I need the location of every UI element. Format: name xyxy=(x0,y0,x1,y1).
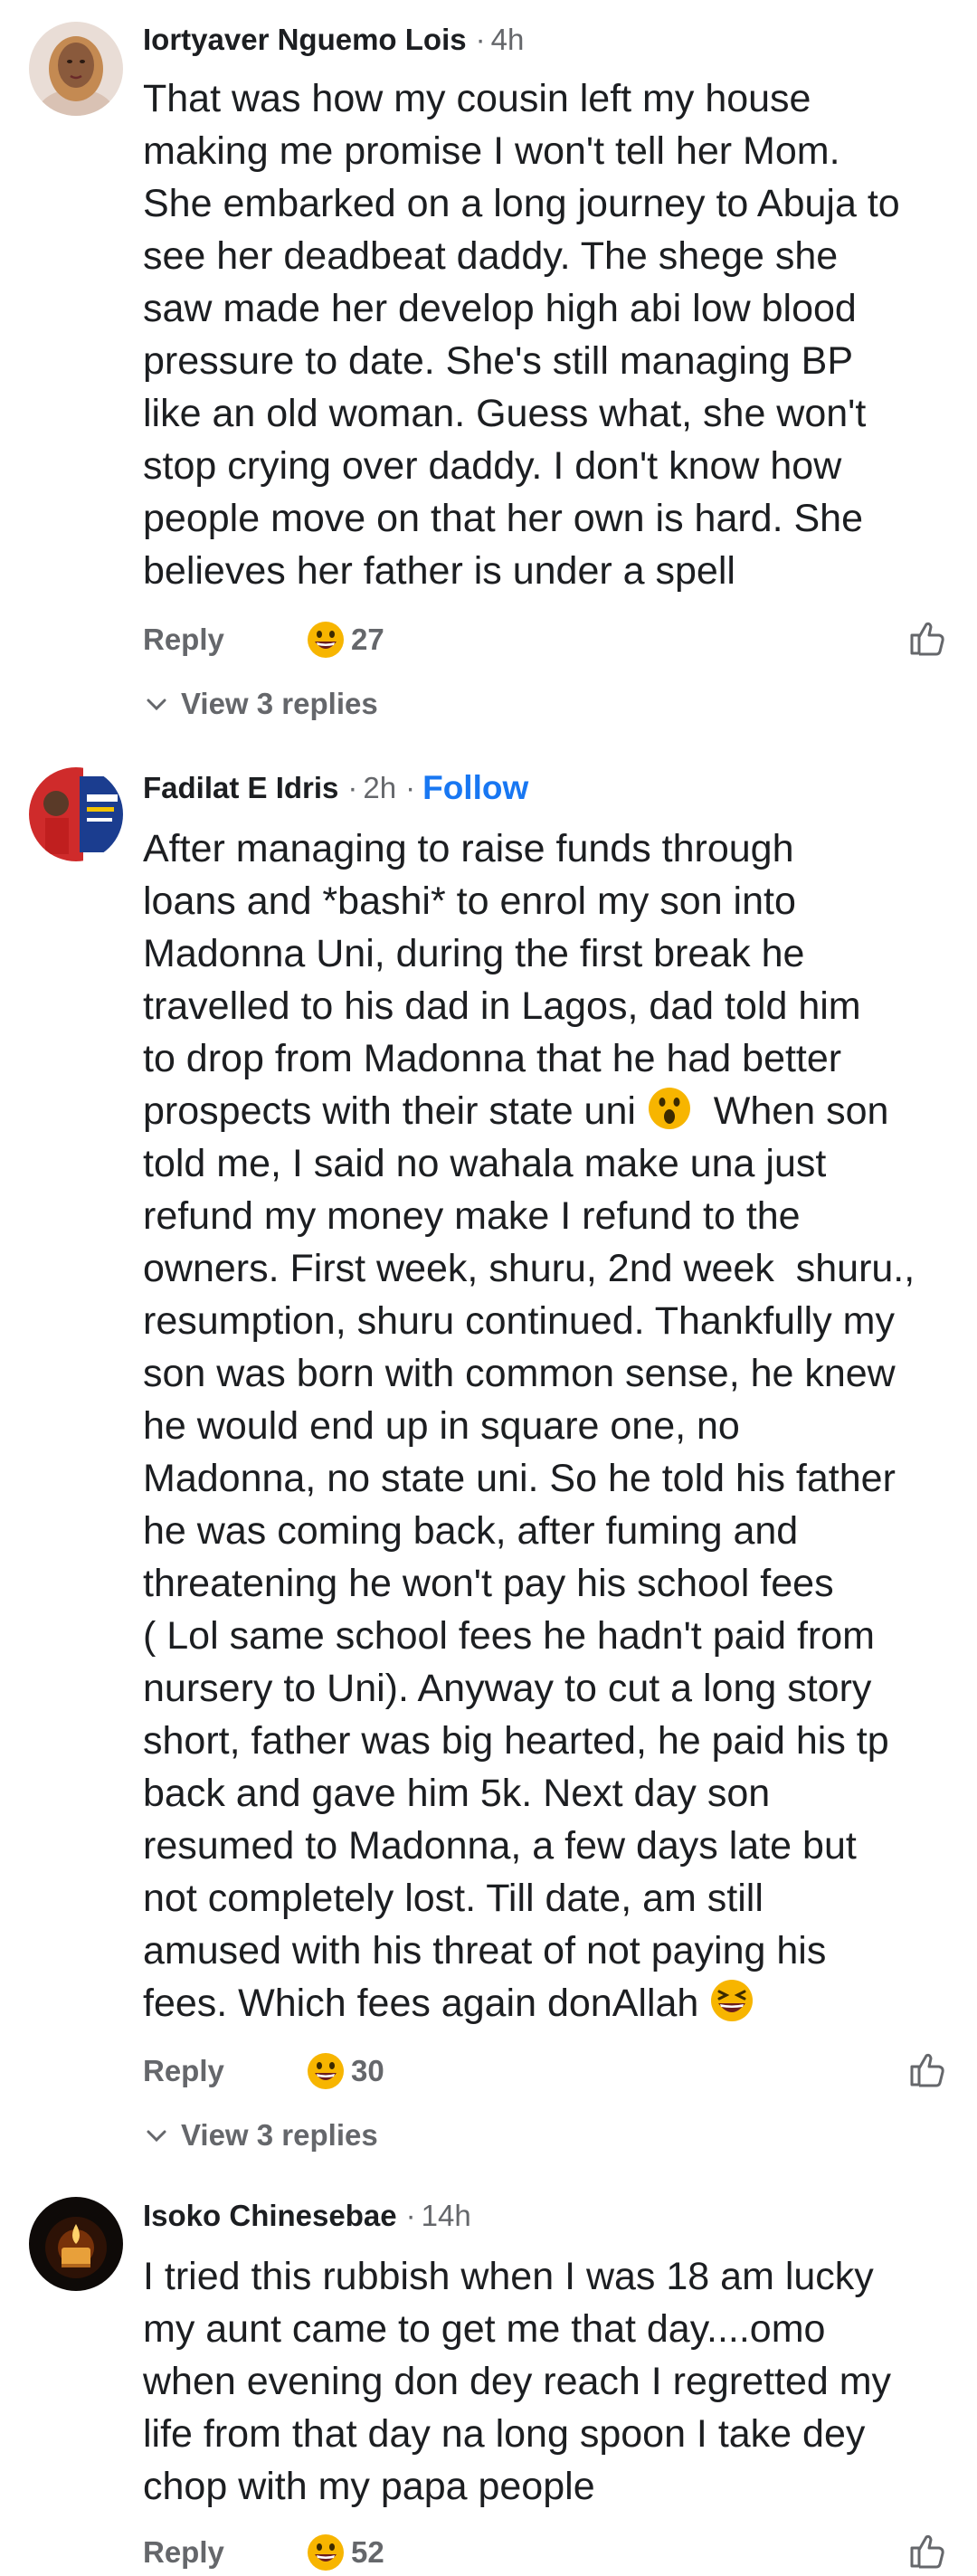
view-replies-link[interactable]: View 3 replies xyxy=(143,684,378,724)
comment-line: I tried this rubbish when I was 18 am lu… xyxy=(143,2255,874,2298)
comment-line: to drop from Madonna that he had better xyxy=(143,1037,842,1080)
comment-line: She embarked on a long journey to Abuja … xyxy=(143,182,900,225)
comment-line: After managing to raise funds through xyxy=(143,827,794,870)
reaction-summary[interactable]: 27 xyxy=(306,620,384,660)
comment-line: Madonna, no state uni. So he told his fa… xyxy=(143,1457,896,1500)
comment-line: prospects with their state uni When son xyxy=(143,1085,957,1137)
separator-dot: · xyxy=(405,771,416,804)
comment-line: my aunt came to get me that day....omo xyxy=(143,2307,826,2351)
comment-header: Fadilat E Idris · 2h · Follow xyxy=(143,768,528,808)
comment-line: stop crying over daddy. I don't know how xyxy=(143,444,842,488)
comment-line: back and gave him 5k. Next day son xyxy=(143,1772,771,1815)
hushed-face-icon xyxy=(647,1086,692,1131)
comment-line: when evening don dey reach I regretted m… xyxy=(143,2360,892,2403)
reply-button[interactable]: Reply xyxy=(143,2054,306,2088)
view-replies-label: View 3 replies xyxy=(181,2118,378,2152)
comment-line: saw made her develop high abi low blood xyxy=(143,287,857,330)
view-replies-link[interactable]: View 3 replies xyxy=(143,2115,378,2155)
avatar[interactable] xyxy=(29,2197,123,2291)
reaction-count: 52 xyxy=(351,2535,384,2569)
author-name[interactable]: Fadilat E Idris xyxy=(143,771,338,805)
grinning-sweat-emoji-icon xyxy=(306,620,346,660)
comment-header: Iortyaver Nguemo Lois · 4h xyxy=(143,20,524,60)
timestamp[interactable]: 4h xyxy=(491,23,525,57)
avatar[interactable] xyxy=(29,767,123,861)
thumbs-up-icon[interactable] xyxy=(906,617,948,659)
comment-line: owners. First week, shuru, 2nd week shur… xyxy=(143,1247,915,1290)
grinning-sweat-emoji-icon xyxy=(306,2533,346,2572)
comment-line: like an old woman. Guess what, she won't xyxy=(143,392,867,435)
comment-text: After managing to raise funds through loa… xyxy=(143,822,957,2029)
comment-line: short, father was big hearted, he paid h… xyxy=(143,1719,889,1763)
reply-button[interactable]: Reply xyxy=(143,2535,306,2570)
laughing-face-icon xyxy=(709,1978,754,2023)
thumbs-up-icon[interactable] xyxy=(906,2530,948,2571)
comment-line: resumption, shuru continued. Thankfully … xyxy=(143,1299,895,1343)
reaction-summary[interactable]: 30 xyxy=(306,2051,384,2091)
follow-button[interactable]: Follow xyxy=(422,769,528,807)
comment-line: he was coming back, after fuming and xyxy=(143,1509,799,1553)
comment-line-text: When son xyxy=(713,1089,889,1133)
view-replies-label: View 3 replies xyxy=(181,687,378,720)
comment-actions: Reply 27 xyxy=(143,617,948,662)
reaction-count: 27 xyxy=(351,623,384,656)
comment-line: told me, I said no wahala make una just xyxy=(143,1142,827,1185)
comment-text: I tried this rubbish when I was 18 am lu… xyxy=(143,2250,957,2513)
comment-line: nursery to Uni). Anyway to cut a long st… xyxy=(143,1667,872,1710)
comment-line: travelled to his dad in Lagos, dad told … xyxy=(143,984,861,1028)
comment-line-text: prospects with their state uni xyxy=(143,1089,636,1133)
comment-line: making me promise I won't tell her Mom. xyxy=(143,129,840,173)
timestamp[interactable]: 14h xyxy=(422,2199,471,2233)
reaction-summary[interactable]: 52 xyxy=(306,2533,384,2572)
comment-line: son was born with common sense, he knew xyxy=(143,1352,896,1395)
author-name[interactable]: Iortyaver Nguemo Lois xyxy=(143,23,467,57)
comment-line: believes her father is under a spell xyxy=(143,549,735,593)
comment-line: ( Lol same school fees he hadn't paid fr… xyxy=(143,1614,875,1658)
separator-dot: · xyxy=(475,23,486,56)
separator-dot: · xyxy=(405,2199,416,2232)
comment-line-text: fees. Which fees again donAllah xyxy=(143,1982,699,2025)
comment-line: fees. Which fees again donAllah xyxy=(143,1977,957,2029)
timestamp[interactable]: 2h xyxy=(363,771,396,805)
comment-header: Isoko Chinesebae · 14h xyxy=(143,2196,471,2236)
reply-button[interactable]: Reply xyxy=(143,623,306,657)
comment-line: loans and *bashi* to enrol my son into xyxy=(143,879,796,923)
chevron-down-icon xyxy=(143,2122,170,2149)
comment-line: people move on that her own is hard. She xyxy=(143,497,864,540)
comment-text: That was how my cousin left my house maki… xyxy=(143,72,957,597)
comment-line: threatening he won't pay his school fees xyxy=(143,1562,834,1605)
comment-line: refund my money make I refund to the xyxy=(143,1194,801,1238)
comment-line: Madonna Uni, during the first break he xyxy=(143,932,805,975)
separator-dot: · xyxy=(347,771,358,804)
comment-actions: Reply 30 xyxy=(143,2048,948,2094)
comment-actions: Reply 52 xyxy=(143,2530,948,2575)
comment-line: That was how my cousin left my house xyxy=(143,77,811,120)
comment-line: pressure to date. She's still managing B… xyxy=(143,339,854,383)
comment-line: see her deadbeat daddy. The shege she xyxy=(143,234,839,278)
avatar[interactable] xyxy=(29,22,123,116)
chevron-down-icon xyxy=(143,690,170,718)
comment-line: he would end up in square one, no xyxy=(143,1404,740,1448)
comment-line: chop with my papa people xyxy=(143,2465,595,2508)
comment-line: resumed to Madonna, a few days late but xyxy=(143,1824,857,1868)
thumbs-up-icon[interactable] xyxy=(906,2048,948,2090)
author-name[interactable]: Isoko Chinesebae xyxy=(143,2199,397,2233)
grinning-sweat-emoji-icon xyxy=(306,2051,346,2091)
comment-line: life from that day na long spoon I take … xyxy=(143,2412,866,2456)
reaction-count: 30 xyxy=(351,2054,384,2087)
comment-line: not completely lost. Till date, am still xyxy=(143,1877,764,1920)
comment-line: amused with his threat of not paying his xyxy=(143,1929,827,1972)
